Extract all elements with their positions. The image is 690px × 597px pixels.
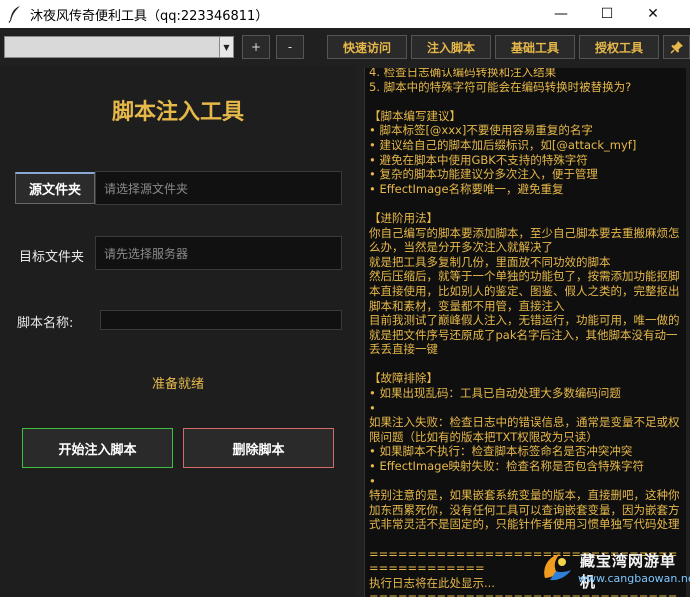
log-line: • [369, 400, 376, 415]
log-line: • 如果脚本不执行：检查脚本标签命名是否冲突冲突 [369, 444, 633, 459]
log-line: • EffectImage名称要唯一，避免重复 [369, 181, 564, 196]
delete-script-button[interactable]: 删除脚本 [183, 428, 334, 468]
log-line: • 避免在脚本中使用GBK不支持的特殊字符 [369, 152, 588, 167]
log-line: 【脚本编写建议】 [369, 108, 461, 123]
minimize-button[interactable]: — [538, 0, 584, 28]
inject-panel: 脚本注入工具 源文件夹 请选择源文件夹 目标文件夹 请先选择服务器 脚本名称: … [0, 66, 356, 597]
log-line: 你自己编写的脚本要添加脚本，至少自己脚本要去重搬麻烦怎么办，当然是分开多次注入就… [369, 225, 680, 255]
log-line: 就是把工具多复制几份，里面放不同功效的脚本 [369, 254, 611, 269]
watermark: 藏宝湾网游单机 www.cangbaowan.net [540, 544, 690, 594]
tab-quick-access[interactable]: 快速访问 [327, 35, 407, 59]
maximize-icon: ☐ [600, 6, 614, 22]
page-title: 脚本注入工具 [111, 100, 244, 125]
log-line: 【故障排除】 [369, 371, 438, 386]
log-line: 【进阶用法】 [369, 210, 438, 225]
log-line: • 如果出现乱码：工具已自动处理大多数编码问题 [369, 386, 621, 401]
source-folder-input[interactable]: 请选择源文件夹 [95, 171, 342, 205]
remove-button[interactable]: - [276, 35, 304, 59]
title-bar: 沐夜风传奇便利工具（qq:223346811） — ☐ ✕ [0, 0, 690, 28]
server-combobox[interactable]: ▼ [4, 36, 234, 58]
start-inject-button[interactable]: 开始注入脚本 [22, 428, 173, 468]
source-folder-placeholder: 请选择源文件夹 [104, 181, 189, 196]
maximize-button[interactable]: ☐ [584, 0, 630, 28]
close-icon: ✕ [647, 6, 659, 22]
log-line: 特别注意的是，如果嵌套系统变量的版本，直接删吧，这种你加东西累死你，没有任何工具… [369, 488, 680, 532]
status-text: 准备就绪 [151, 377, 204, 392]
source-folder-button[interactable]: 源文件夹 [15, 172, 95, 204]
pin-icon [669, 41, 683, 54]
log-text: 4. 检查日志确认编码转换和注入结果 5. 脚本中的特殊字符可能会在编码转换时被替… [369, 68, 681, 597]
tab-basic-tools[interactable]: 基础工具 [495, 35, 575, 59]
chevron-down-icon[interactable]: ▼ [219, 37, 233, 57]
log-line: • 脚本标签[@xxx]不要使用容易重复的名字 [369, 123, 593, 138]
log-line: • [369, 473, 376, 488]
target-folder-label: 目标文件夹 [19, 250, 85, 265]
log-line: 4. 检查日志确认编码转换和注入结果 [369, 68, 557, 79]
log-line: • EffectImage映射失败：检查名称是否包含特殊字符 [369, 459, 645, 474]
log-line: 目前我测试了巅峰假人注入，无错运行，功能可用，唯一做的就是把文件序号还原成了pa… [369, 313, 680, 357]
watermark-url: www.cangbaowan.net [578, 572, 690, 585]
log-line: 然后压缩后，就等于一个单独的功能包了，按需添加功能抠脚本直接使用，比如别人的鉴定… [369, 269, 680, 313]
log-line: • 复杂的脚本功能建议分多次注入，便于管理 [369, 167, 598, 182]
close-button[interactable]: ✕ [630, 0, 676, 28]
log-panel[interactable]: 4. 检查日志确认编码转换和注入结果 5. 脚本中的特殊字符可能会在编码转换时被替… [364, 68, 686, 597]
log-line: 5. 脚本中的特殊字符可能会在编码转换时被替换为? [369, 79, 632, 94]
log-line: 如果注入失败：检查日志中的错误信息，通常是变量不足或权限问题（比如有的版本把TX… [369, 415, 680, 444]
target-folder-placeholder: 请先选择服务器 [104, 246, 189, 261]
tab-license-tools[interactable]: 授权工具 [579, 35, 659, 59]
minimize-icon: — [554, 6, 568, 22]
toolbar: ▼ + - 快速访问 注入脚本 基础工具 授权工具 [0, 28, 690, 66]
feather-icon [8, 6, 20, 23]
add-button[interactable]: + [242, 35, 270, 59]
target-folder-input[interactable]: 请先选择服务器 [95, 236, 342, 270]
watermark-name: 藏宝湾网游单机 [580, 552, 677, 591]
pin-button[interactable] [663, 35, 690, 59]
watermark-logo-icon [544, 554, 571, 581]
script-name-label: 脚本名称: [17, 316, 74, 331]
tab-inject-script[interactable]: 注入脚本 [411, 35, 491, 59]
log-line: • 建议给自己的脚本加后缀标识，如[@attack_myf] [369, 137, 637, 152]
script-name-input[interactable] [100, 310, 342, 330]
window-title: 沐夜风传奇便利工具（qq:223346811） [30, 8, 269, 24]
